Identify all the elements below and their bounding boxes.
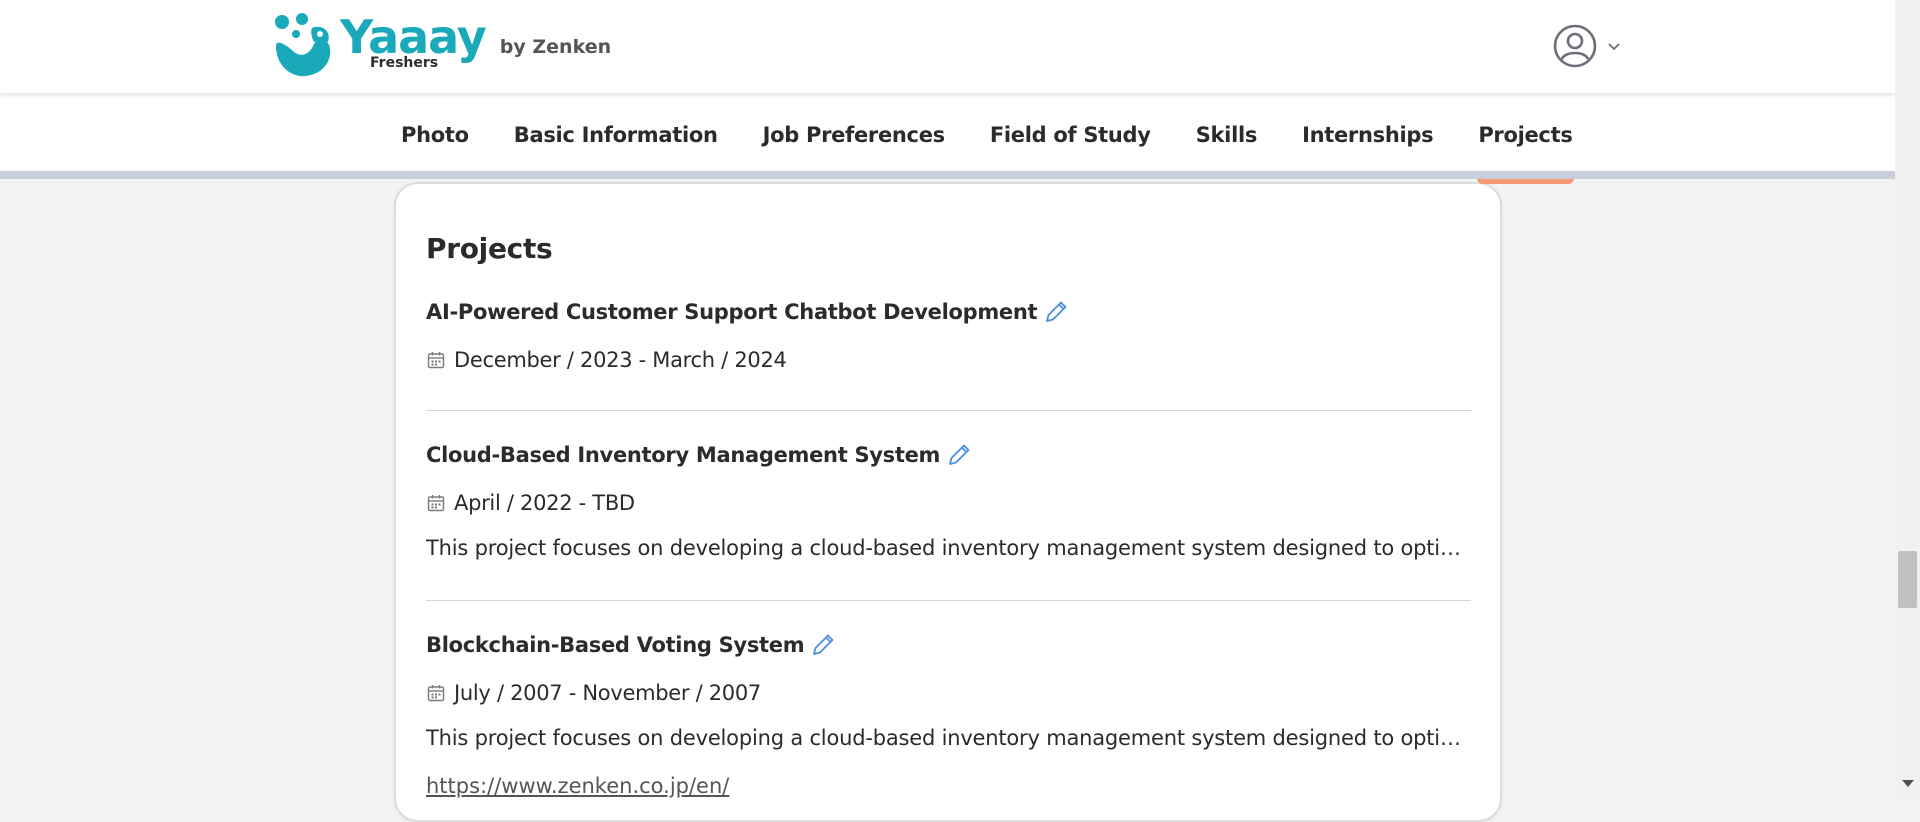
tab-internships[interactable]: Internships <box>1302 93 1434 177</box>
project-item: Cloud-Based Inventory Management System … <box>426 440 1471 566</box>
project-title-row: Cloud-Based Inventory Management System <box>426 440 1471 470</box>
calendar-icon <box>426 493 446 513</box>
project-title-row: AI-Powered Customer Support Chatbot Deve… <box>426 297 1471 327</box>
user-circle-icon <box>1553 24 1597 68</box>
tab-skills[interactable]: Skills <box>1196 93 1258 177</box>
scrollbar-thumb[interactable] <box>1898 551 1917 608</box>
logo-text: Yaaay Freshers <box>340 12 487 71</box>
page-scrollbar[interactable] <box>1895 0 1920 800</box>
logo-subtitle: Freshers <box>370 55 439 71</box>
project-divider <box>426 600 1471 601</box>
project-description: This project focuses on developing a clo… <box>426 726 1471 750</box>
tab-bar-divider <box>0 171 1895 179</box>
project-date-row: December / 2023 - March / 2024 <box>426 345 1471 375</box>
project-date: December / 2023 - March / 2024 <box>454 348 787 372</box>
calendar-icon <box>426 683 446 703</box>
tab-basic-information[interactable]: Basic Information <box>514 93 718 177</box>
pencil-icon[interactable] <box>946 442 972 468</box>
tab-field-of-study[interactable]: Field of Study <box>990 93 1151 177</box>
section-title: Projects <box>426 232 553 265</box>
site-logo[interactable]: Yaaay Freshers by Zenken <box>272 12 611 80</box>
chevron-down-icon <box>1608 43 1620 51</box>
project-description: This project focuses on developing a clo… <box>426 536 1471 560</box>
profile-tab-bar: Photo Basic Information Job Preferences … <box>0 93 1895 184</box>
pencil-icon[interactable] <box>810 632 836 658</box>
project-date: April / 2022 - TBD <box>454 491 635 515</box>
tab-list: Photo Basic Information Job Preferences … <box>401 93 1618 184</box>
project-title: Blockchain-Based Voting System <box>426 633 805 657</box>
logo-by-line: by Zenken <box>499 36 612 58</box>
project-date-row: July / 2007 - November / 2007 <box>426 678 1471 708</box>
project-item: Blockchain-Based Voting System July / 20… <box>426 630 1471 804</box>
project-title-row: Blockchain-Based Voting System <box>426 630 1471 660</box>
scroll-down-arrow-icon[interactable] <box>1902 780 1914 787</box>
tab-photo[interactable]: Photo <box>401 93 469 177</box>
project-date: July / 2007 - November / 2007 <box>454 681 761 705</box>
projects-card: Projects AI-Powered Customer Support Cha… <box>394 182 1502 822</box>
pencil-icon[interactable] <box>1043 299 1069 325</box>
tab-job-preferences[interactable]: Job Preferences <box>763 93 946 177</box>
top-header: Yaaay Freshers by Zenken <box>0 0 1895 93</box>
tab-projects[interactable]: Projects <box>1477 93 1574 184</box>
logo-mark-icon <box>275 13 331 77</box>
project-date-row: April / 2022 - TBD <box>426 488 1471 518</box>
project-title: AI-Powered Customer Support Chatbot Deve… <box>426 300 1038 324</box>
project-title: Cloud-Based Inventory Management System <box>426 443 941 467</box>
project-item: AI-Powered Customer Support Chatbot Deve… <box>426 297 1471 375</box>
calendar-icon <box>426 350 446 370</box>
project-divider <box>426 410 1471 411</box>
account-menu[interactable] <box>1553 24 1623 68</box>
